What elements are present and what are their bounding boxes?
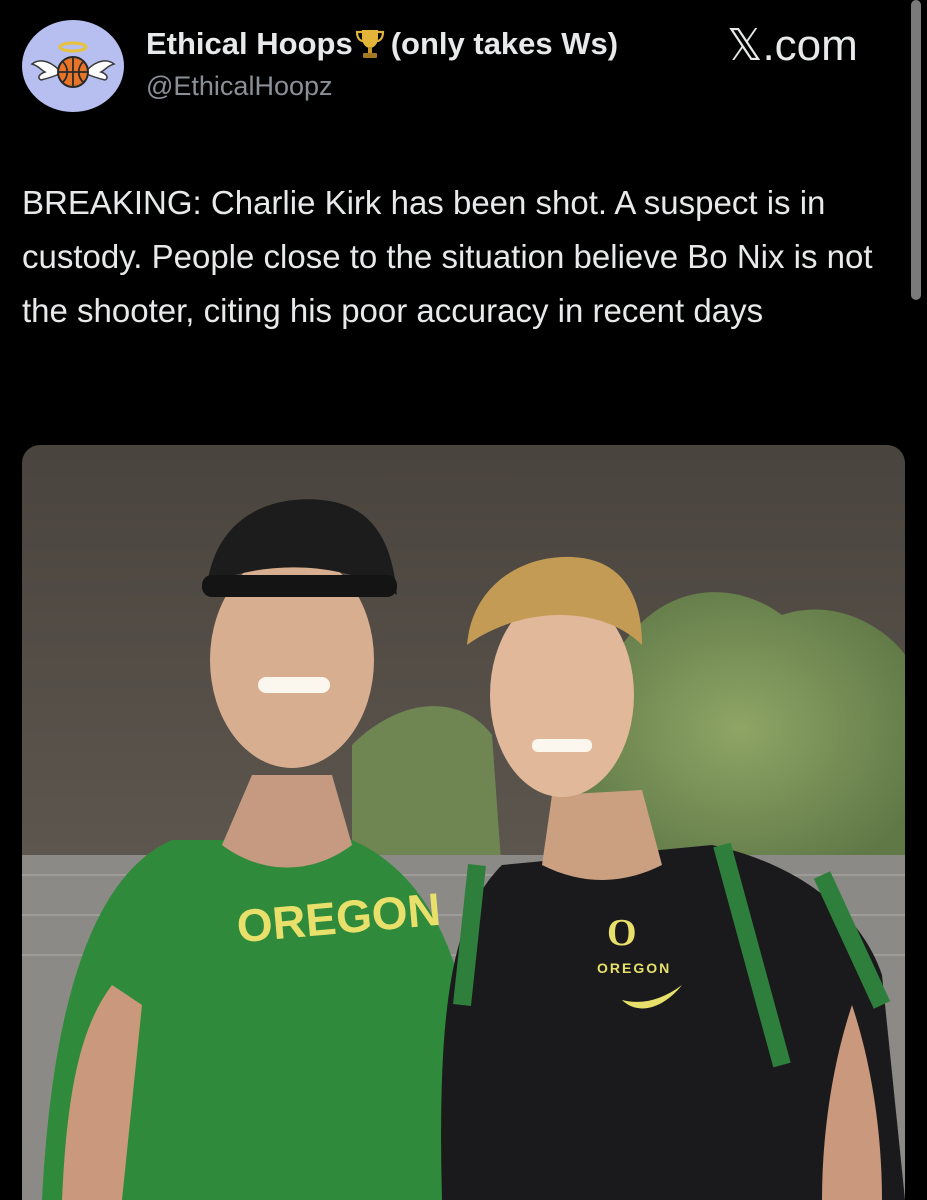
x-com-watermark: 𝕏.com [727, 21, 858, 71]
tweet-header: Ethical Hoops (only takes Ws) @EthicalHo… [146, 26, 618, 102]
tweet-text: BREAKING: Charlie Kirk has been shot. A … [22, 184, 873, 329]
brand-domain: .com [762, 21, 858, 70]
scrollbar[interactable] [911, 0, 921, 300]
account-handle[interactable]: @EthicalHoopz [146, 70, 618, 102]
profile-avatar[interactable] [22, 20, 124, 112]
angel-basketball-icon [30, 41, 116, 88]
right-shirt-text: OREGON [597, 960, 671, 976]
right-shirt-logo: O [607, 912, 637, 954]
display-name-suffix: (only takes Ws) [390, 26, 619, 61]
photo-illustration: OREGON O OREGON [22, 445, 905, 1200]
x-logo-icon: 𝕏 [727, 20, 763, 71]
display-name[interactable]: Ethical Hoops (only takes Ws) [146, 26, 618, 62]
trophy-icon [355, 30, 384, 58]
display-name-text: Ethical Hoops [146, 26, 353, 61]
tweet-photo[interactable]: OREGON O OREGON [22, 445, 905, 1200]
